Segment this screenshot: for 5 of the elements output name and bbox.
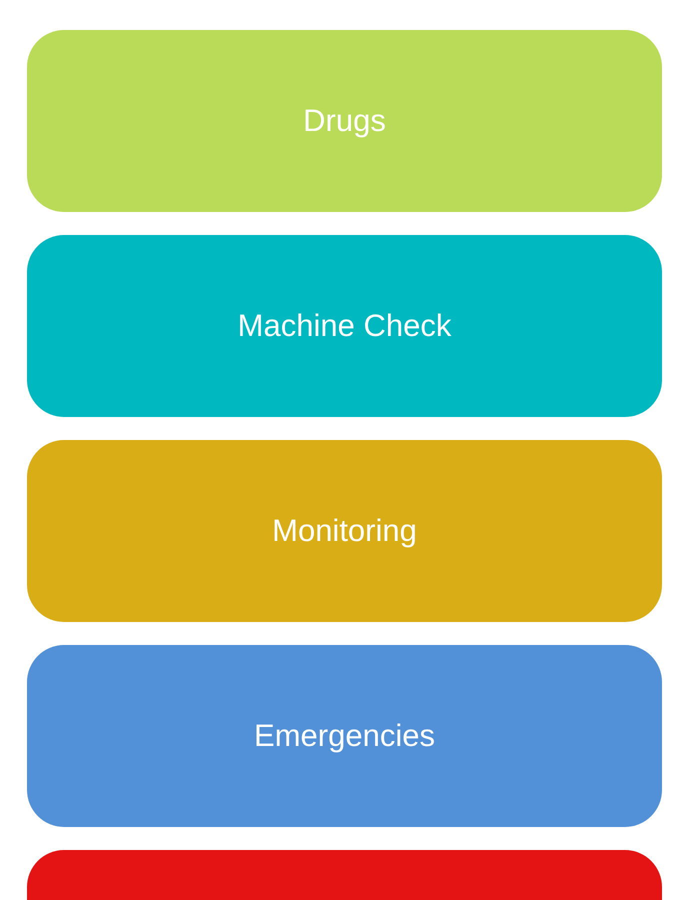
menu-button[interactable]: Emergencies [27, 645, 662, 827]
menu-button[interactable] [27, 850, 662, 900]
menu-button[interactable]: Monitoring [27, 440, 662, 622]
menu-button[interactable]: Machine Check [27, 235, 662, 417]
menu-button[interactable]: Drugs [27, 30, 662, 212]
